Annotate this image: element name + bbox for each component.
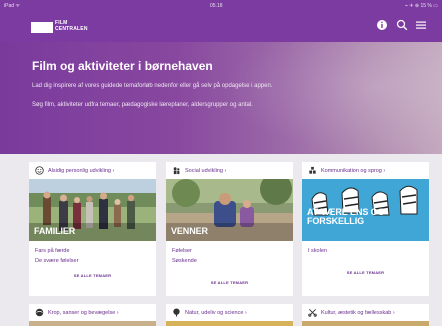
card-title: Krop, sanser og bevægelse [48,309,116,316]
ball-icon [35,308,44,317]
card-links: Fars på færde De svære følelser [35,246,78,266]
category-card-body[interactable]: Krop, sanser og bevægelse › [29,304,156,326]
card-image-caption: VENNER [171,226,208,236]
hero-search-hint: Søg film, aktiviteter udfra temaer, pæda… [32,102,253,108]
chevron-right-icon: › [115,309,119,316]
search-icon[interactable] [396,19,408,31]
card-image-venner[interactable]: VENNER [166,179,293,241]
info-icon[interactable] [376,19,388,31]
card-header[interactable]: Kommunikation og sprog › [302,162,429,179]
status-bar: iPad ᯤ 05.18 ⌁ ✈ ⊕ 15 % ▭ [0,0,442,12]
card-title: Social udvikling [185,167,223,174]
card-image[interactable] [302,321,429,326]
people-icon [173,167,180,175]
card-link[interactable]: De svære følelser [35,256,78,266]
card-title: Alsidig personlig udvikling [48,167,111,174]
top-nav: FILM CENTRALEN [0,12,442,42]
card-image[interactable] [29,321,156,326]
card-title: Kultur, æstetik og fællesskab [321,309,392,316]
tree-icon [173,308,180,317]
hero-banner: Film og aktiviteter i børnehaven Lad dig… [0,42,442,154]
card-image-forskellig[interactable]: AT VÆRE ENS OG FORSKELLIG [302,179,429,241]
hero-intro: Lad dig inspirere af vores guidede temaf… [32,83,273,89]
category-card-communication[interactable]: Kommunikation og sprog › AT VÆRE ENS OG … [302,162,429,296]
page-title: Film og aktiviteter i børnehaven [32,59,213,73]
card-header[interactable]: Natur, udeliv og science › [166,304,293,321]
category-card-nature[interactable]: Natur, udeliv og science › [166,304,293,326]
card-image-familier[interactable]: FAMILIER [29,179,156,241]
category-card-social[interactable]: Social udvikling › VENNER Følelser Søske… [166,162,293,296]
see-all-button[interactable]: SE ALLE TEMAER [302,270,429,275]
hero-background-image [222,42,442,154]
chevron-right-icon: › [391,309,395,316]
card-header[interactable]: Kultur, æstetik og fællesskab › [302,304,429,321]
status-carrier: iPad ᯤ [4,3,20,9]
logo-text[interactable]: FILM CENTRALEN [55,20,88,32]
menu-icon[interactable] [415,19,427,31]
see-all-button[interactable]: SE ALLE TEMAER [29,273,156,278]
category-card-personal[interactable]: Alsidig personlig udvikling › FAMILIER F… [29,162,156,296]
card-title: Natur, udeliv og science [185,309,244,316]
see-all-button[interactable]: SE ALLE TEMAER [166,280,293,285]
chevron-right-icon: › [243,309,247,316]
card-link[interactable]: Fars på færde [35,246,78,256]
card-links: Følelser Søskende [172,246,197,266]
card-title: Kommunikation og sprog [321,167,382,174]
blocks-icon [309,166,316,174]
card-link[interactable]: Følelser [172,246,197,256]
card-links: I skolen [308,246,327,256]
card-image-caption: AT VÆRE ENS OG FORSKELLIG [307,207,385,226]
card-header[interactable]: Social udvikling › [166,162,293,179]
category-card-culture[interactable]: Kultur, æstetik og fællesskab › [302,304,429,326]
logo-mark[interactable] [31,22,53,33]
card-header[interactable]: Alsidig personlig udvikling › [29,162,156,179]
card-link[interactable]: Søskende [172,256,197,266]
chevron-right-icon: › [222,167,227,174]
card-image[interactable] [166,321,293,326]
card-image-caption: FAMILIER [34,226,76,236]
card-link[interactable]: I skolen [308,246,327,256]
chevron-right-icon: › [110,167,115,174]
scissors-icon [308,309,317,317]
logo-line2: CENTRALEN [55,25,88,32]
status-time: 05.18 [210,3,223,9]
card-header[interactable]: Krop, sanser og bevægelse › [29,304,156,321]
chevron-right-icon: › [381,167,386,174]
status-right: ⌁ ✈ ⊕ 15 % ▭ [404,3,438,9]
smiley-icon [35,166,44,175]
